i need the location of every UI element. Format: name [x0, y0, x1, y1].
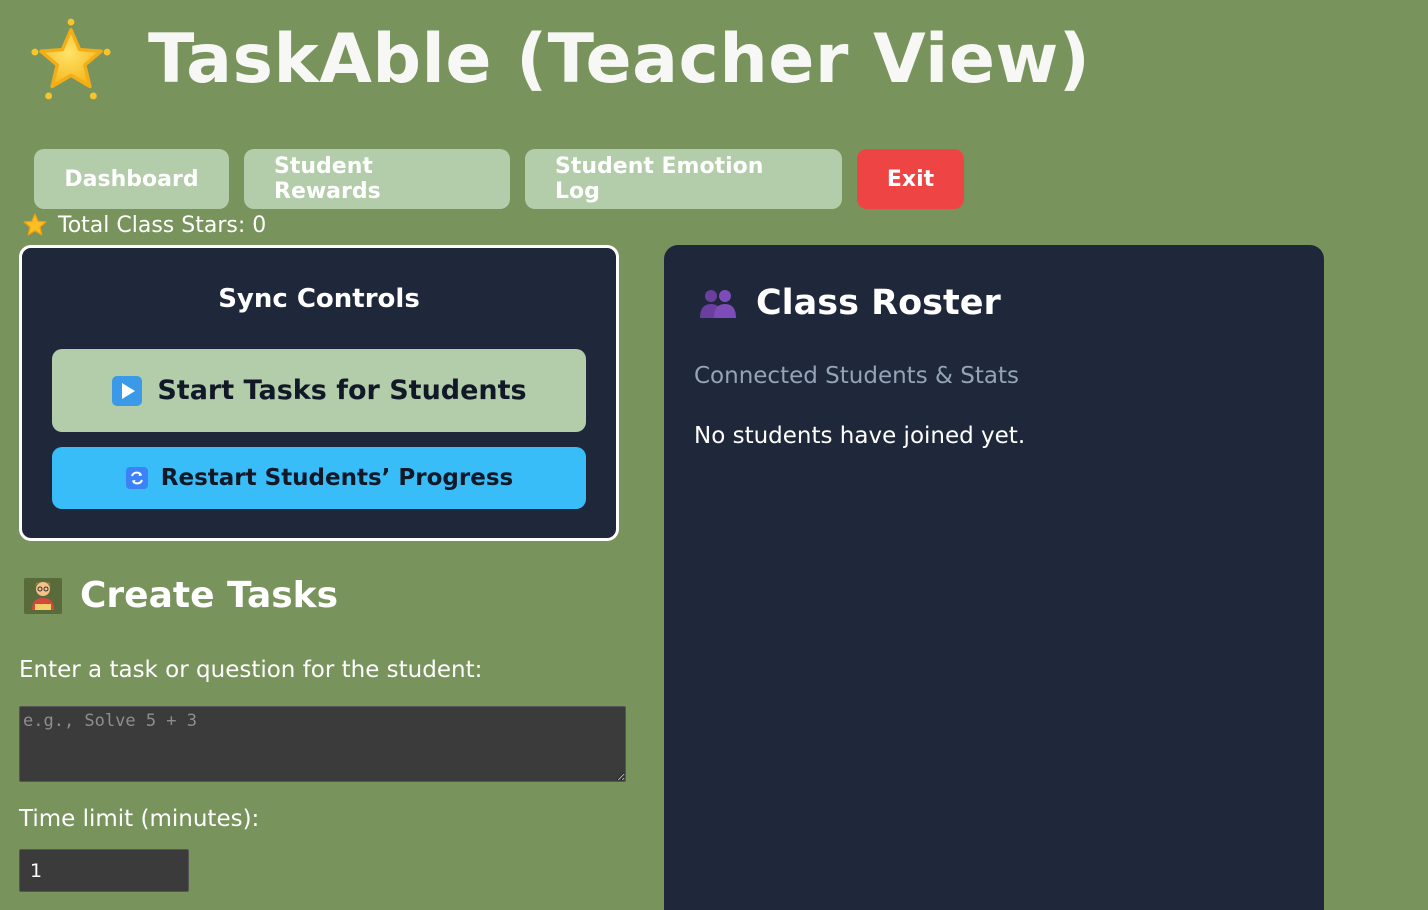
play-icon [112, 375, 143, 406]
teacher-icon [24, 578, 62, 614]
star-icon [31, 18, 111, 100]
app-header: TaskAble (Teacher View) [28, 14, 1090, 104]
people-icon [700, 290, 736, 318]
roster-empty-message: No students have joined yet. [694, 423, 1026, 449]
restart-progress-button[interactable]: Restart Students’ Progress [52, 447, 586, 509]
total-class-stars: Total Class Stars: 0 [22, 212, 266, 238]
dashboard-button[interactable]: Dashboard [34, 149, 229, 209]
teacher-view-page: TaskAble (Teacher View) Dashboard Studen… [0, 0, 1428, 910]
star-icon [23, 213, 47, 236]
student-rewards-button[interactable]: Student Rewards [244, 149, 510, 209]
time-limit-input[interactable] [19, 849, 189, 892]
total-class-stars-label: Total Class Stars: 0 [58, 212, 267, 238]
class-roster-panel: Class Roster Connected Students & Stats … [664, 245, 1324, 910]
create-tasks-header: Create Tasks [22, 574, 338, 616]
refresh-icon [125, 467, 148, 489]
task-input[interactable] [19, 706, 626, 782]
class-roster-header: Class Roster [698, 283, 1001, 323]
exit-button[interactable]: Exit [857, 149, 964, 209]
student-emotion-log-button[interactable]: Student Emotion Log [525, 149, 842, 209]
sync-controls-title: Sync Controls [218, 284, 420, 314]
class-roster-title: Class Roster [756, 283, 1001, 323]
restart-progress-label: Restart Students’ Progress [160, 465, 514, 491]
roster-subtitle: Connected Students & Stats [694, 363, 1019, 389]
top-nav: Dashboard Student Rewards Student Emotio… [34, 149, 964, 209]
start-tasks-button[interactable]: Start Tasks for Students [52, 349, 586, 432]
create-tasks-title: Create Tasks [80, 574, 339, 616]
sync-controls-panel: Sync Controls Start Tasks for Students R… [19, 245, 619, 541]
task-input-label: Enter a task or question for the student… [19, 657, 483, 683]
time-limit-label: Time limit (minutes): [19, 806, 260, 832]
page-title: TaskAble (Teacher View) [148, 19, 1091, 99]
start-tasks-label: Start Tasks for Students [157, 375, 527, 406]
